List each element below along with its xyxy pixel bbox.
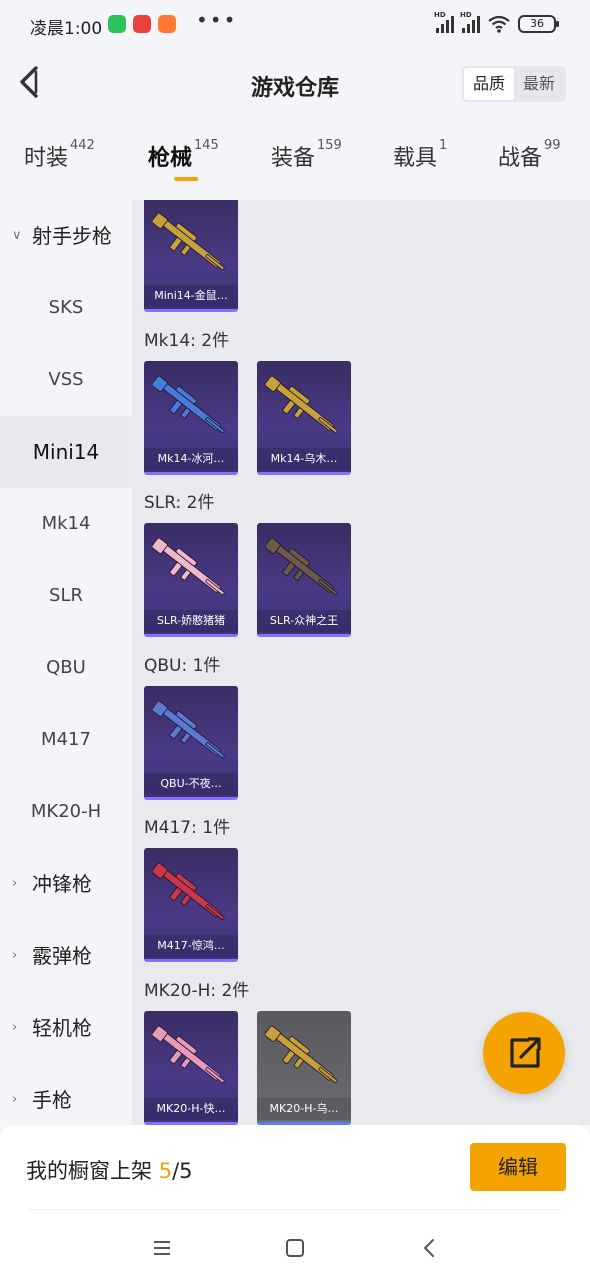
showcase-bar: 我的橱窗上架 5/5 编辑 (0, 1125, 590, 1215)
sidebar-item-mini14[interactable]: Mini14 (0, 416, 132, 488)
more-notifications-icon: ••• (196, 8, 238, 32)
sidebar-group-pistol[interactable]: › 手枪 (0, 1064, 132, 1125)
notification-icons (108, 15, 176, 33)
chevron-right-icon: › (12, 948, 18, 963)
weapon-card-mk20h-1[interactable]: MK20-H-快… (144, 1011, 238, 1125)
divider (28, 1209, 562, 1210)
rifle-skin-icon (151, 375, 225, 434)
tab-firearms[interactable]: 枪械145 (148, 138, 219, 181)
tab-vehicles[interactable]: 载具1 (393, 138, 447, 172)
external-link-icon (510, 1037, 541, 1068)
showcase-label: 我的橱窗上架 5/5 (26, 1159, 193, 1183)
weapon-card-m417-1[interactable]: M417-惊鸿… (144, 848, 238, 962)
showcase-total: /5 (172, 1159, 193, 1183)
system-nav-bar (0, 1215, 590, 1280)
rifle-skin-icon (151, 537, 225, 596)
rifle-skin-icon (151, 700, 225, 759)
weapon-card-slr-1[interactable]: SLR-娇憨猪猪 (144, 523, 238, 637)
chevron-right-icon: › (12, 876, 18, 891)
weapon-card-mk14-1[interactable]: Mk14-冰河… (144, 361, 238, 475)
tab-battle-gear[interactable]: 战备99 (498, 138, 561, 172)
chevron-down-icon: ∨ (12, 228, 22, 243)
chevron-right-icon: › (12, 1020, 18, 1035)
chevron-right-icon: › (12, 1092, 18, 1107)
weapon-card-qbu-1[interactable]: QBU-不夜… (144, 686, 238, 800)
sidebar-item-vss[interactable]: VSS (0, 344, 132, 416)
edit-button[interactable]: 编辑 (470, 1143, 566, 1191)
rifle-skin-icon (264, 375, 338, 434)
battery-icon: 36 (518, 15, 559, 33)
weapon-card-slr-2[interactable]: SLR-众神之王 (257, 523, 351, 637)
app-header: 游戏仓库 品质 最新 (0, 52, 590, 114)
signal-icon-2: HD (460, 11, 480, 33)
status-time: 凌晨1:00 (30, 19, 103, 39)
tab-equipment[interactable]: 装备159 (271, 138, 342, 172)
sidebar-item-mk20h[interactable]: MK20-H (0, 776, 132, 848)
showcase-count: 5 (158, 1159, 173, 1183)
weapon-card-mk20h-2[interactable]: MK20-H-乌… (257, 1011, 351, 1125)
rifle-skin-icon (264, 1025, 338, 1084)
menu-icon[interactable] (147, 1233, 177, 1263)
home-icon[interactable] (280, 1233, 310, 1263)
section-title-mk14: Mk14: 2件 (144, 331, 230, 351)
sidebar-group-marksman-rifles[interactable]: ∨ 射手步枪 (0, 200, 132, 272)
sort-newest-button[interactable]: 最新 (514, 68, 564, 100)
weapon-grid: Mini14-金鼠… Mk14: 2件 Mk14-冰河… Mk14-乌木… SL… (132, 200, 590, 1125)
active-tab-indicator (174, 177, 198, 181)
share-button[interactable] (483, 1012, 565, 1094)
sidebar-item-sks[interactable]: SKS (0, 272, 132, 344)
section-title-slr: SLR: 2件 (144, 493, 215, 513)
wifi-icon (488, 15, 510, 33)
section-title-mk20h: MK20-H: 2件 (144, 981, 250, 1001)
status-bar: 凌晨1:00 ••• HD HD 36 (0, 0, 590, 52)
news-app-icon (133, 15, 151, 33)
weapon-card-mini14[interactable]: Mini14-金鼠… (144, 200, 238, 312)
rifle-skin-icon (151, 1025, 225, 1084)
section-title-m417: M417: 1件 (144, 818, 231, 838)
wechat-icon (108, 15, 126, 33)
sidebar-item-m417[interactable]: M417 (0, 704, 132, 776)
signal-icon: HD (434, 11, 454, 33)
category-tabs: 时装442 枪械145 装备159 载具1 战备99 (0, 138, 590, 196)
weapon-category-sidebar: ∨ 射手步枪 SKS VSS Mini14 Mk14 SLR QBU M417 … (0, 200, 132, 1125)
rifle-skin-icon (151, 212, 225, 271)
sidebar-group-smg[interactable]: › 冲锋枪 (0, 848, 132, 920)
sidebar-group-shotgun[interactable]: › 霰弹枪 (0, 920, 132, 992)
sidebar-item-mk14[interactable]: Mk14 (0, 488, 132, 560)
weapon-card-mk14-2[interactable]: Mk14-乌木… (257, 361, 351, 475)
sort-toggle: 品质 最新 (462, 66, 566, 102)
sort-quality-button[interactable]: 品质 (464, 68, 514, 100)
section-title-qbu: QBU: 1件 (144, 656, 221, 676)
sidebar-item-qbu[interactable]: QBU (0, 632, 132, 704)
sidebar-group-lmg[interactable]: › 轻机枪 (0, 992, 132, 1064)
shopping-app-icon (158, 15, 176, 33)
tab-fashion[interactable]: 时装442 (24, 138, 95, 172)
back-icon[interactable] (415, 1233, 445, 1263)
rifle-skin-icon (264, 537, 338, 596)
rifle-skin-icon (151, 862, 225, 921)
sidebar-item-slr[interactable]: SLR (0, 560, 132, 632)
